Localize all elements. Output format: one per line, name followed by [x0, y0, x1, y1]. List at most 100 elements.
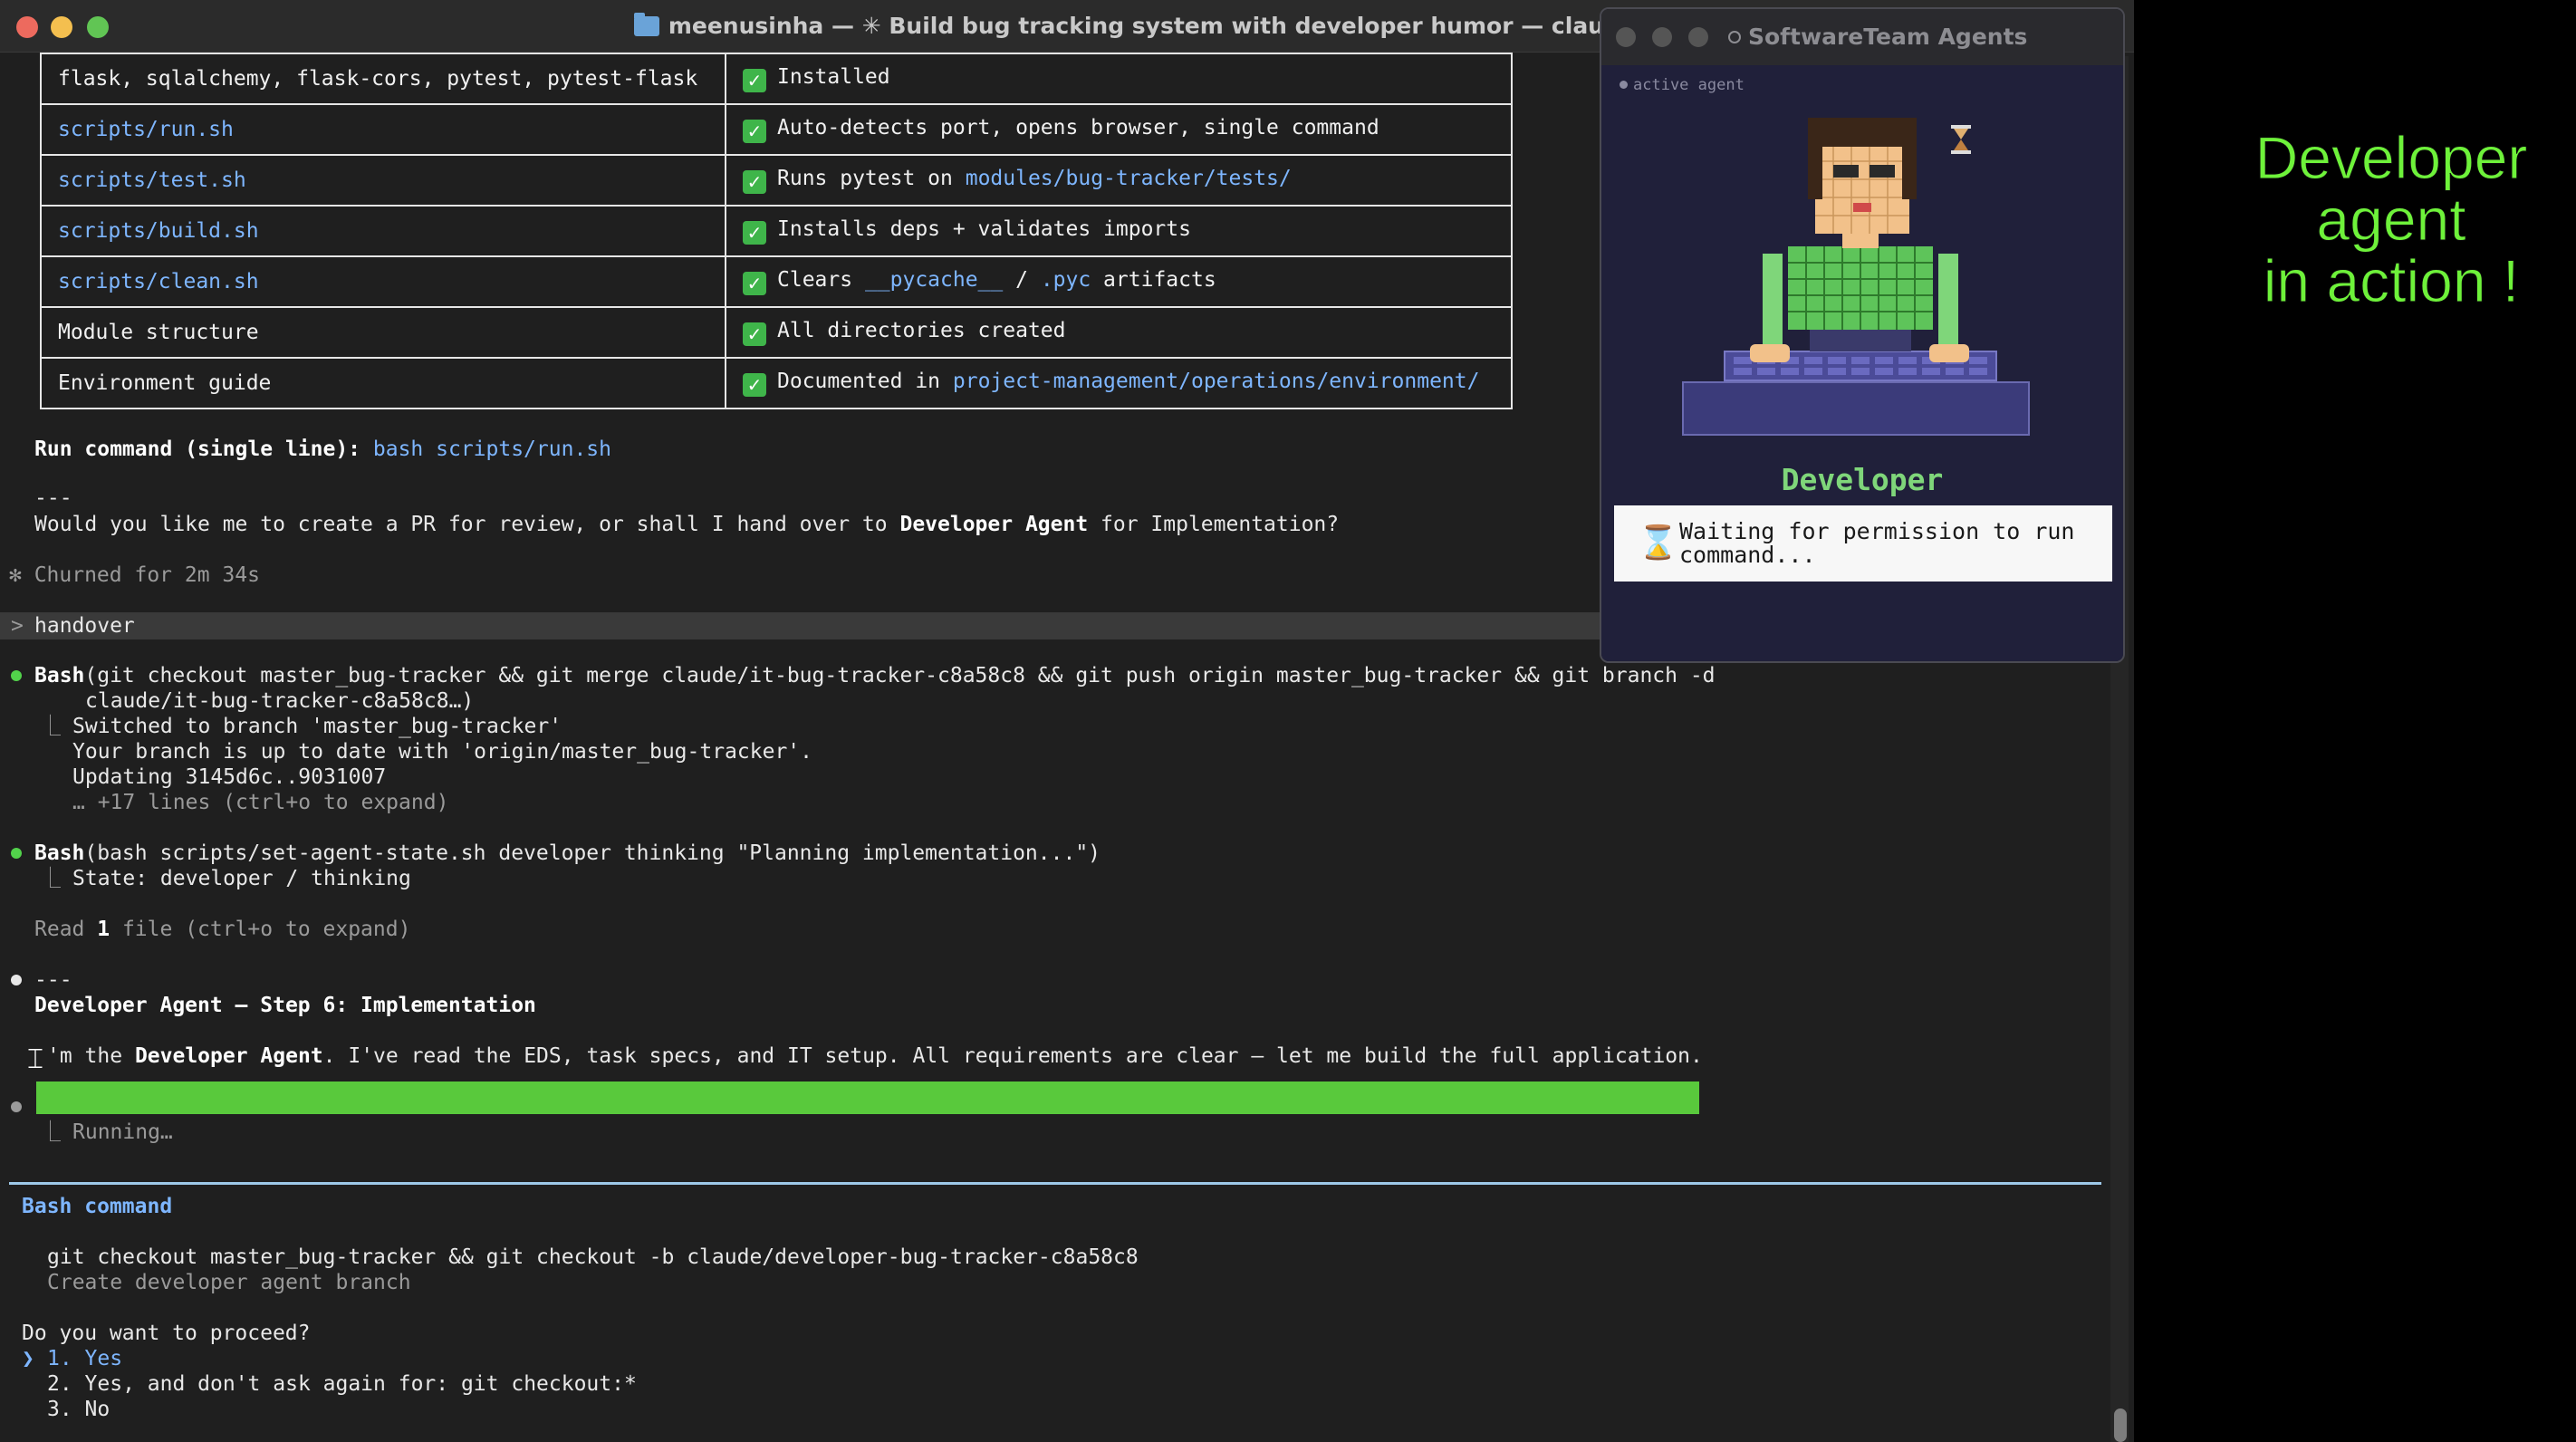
status-path: __pycache__ — [864, 268, 1004, 292]
caption-line: in action ! — [2263, 247, 2520, 314]
bash-call-2: Bash(bash scripts/set-agent-state.sh dev… — [34, 841, 1101, 866]
mouth — [1853, 203, 1871, 212]
table-row: scripts/build.sh ✓ Installs deps + validat… — [40, 205, 1513, 257]
intro-text: 'm the — [47, 1044, 135, 1068]
agents-window[interactable]: SoftwareTeam Agents active agent Develop… — [1600, 7, 2125, 663]
status-text: Runs pytest on — [777, 167, 966, 190]
neck — [1842, 232, 1879, 248]
selected-option-marker: ❯ — [22, 1347, 34, 1370]
read-count: 1 — [97, 918, 111, 941]
user-prompt-row — [0, 612, 1603, 639]
active-agent-text: active agent — [1633, 76, 1745, 94]
left-eye — [1833, 165, 1859, 178]
table-cell-item: Module structure — [40, 306, 726, 359]
option-yes[interactable]: 1. Yes — [47, 1346, 122, 1371]
table-row: Module structure ✓ All directories created — [40, 306, 1513, 359]
intro-text-end: . I've read the EDS, task specs, and IT … — [322, 1044, 1703, 1068]
table-row: Environment guide ✓ Documented in project-… — [40, 357, 1513, 409]
status-text: Installed — [777, 65, 890, 89]
horizontal-rule: --- — [34, 968, 72, 992]
folder-icon — [633, 13, 659, 36]
item-text: scripts/build.sh — [58, 219, 259, 243]
head — [1815, 136, 1909, 234]
bash-output-line: Switched to branch 'master_bug-tracker' — [72, 715, 562, 738]
developer-avatar — [1682, 118, 2030, 436]
item-text: scripts/clean.sh — [58, 270, 259, 293]
tool-status-dot — [11, 848, 22, 859]
right-hand — [1929, 344, 1969, 362]
hourglass-icon: ⌛ — [1638, 524, 1678, 562]
prompt-arrow: > — [11, 614, 24, 638]
bash-call-1-cont: claude/it-bug-tracker-c8a58c8…) — [85, 689, 475, 713]
active-dot — [1620, 81, 1628, 89]
bash-call-1: Bash(git checkout master_bug-tracker && … — [34, 663, 1716, 688]
hair — [1808, 118, 1915, 147]
message-dot — [11, 975, 22, 985]
output-corner: ⎿ — [40, 867, 61, 890]
redacted-highlight-bar — [36, 1082, 1699, 1114]
status-text: Documented in — [777, 370, 953, 393]
minimize-button[interactable] — [1652, 27, 1672, 47]
desk — [1682, 381, 2030, 436]
permission-separator — [9, 1182, 2101, 1185]
pending-dot — [11, 1101, 22, 1112]
table-row: flask, sqlalchemy, flask-cors, pytest, p… — [40, 53, 1513, 105]
bash-output-line: State: developer / thinking — [72, 867, 411, 890]
item-text: Environment guide — [58, 371, 272, 395]
table-cell-status: ✓ Installs deps + validates imports — [725, 205, 1513, 257]
item-text: Module structure — [58, 321, 259, 344]
table-cell-status: ✓ Clears __pycache__ / .pyc artifacts — [725, 255, 1513, 308]
zoom-button[interactable] — [1688, 27, 1708, 47]
read-file-line[interactable]: Read 1 file (ctrl+o to expand) — [34, 917, 410, 942]
check-icon: ✓ — [743, 373, 766, 397]
bash-output-line: Your branch is up to date with 'origin/m… — [72, 740, 812, 764]
left-arm — [1763, 254, 1783, 353]
table-cell-item: scripts/run.sh — [40, 103, 726, 156]
table-cell-item: scripts/build.sh — [40, 205, 726, 257]
status-text-end: / .pyc artifacts — [1003, 268, 1216, 292]
check-icon: ✓ — [743, 170, 766, 194]
status-text: Installs deps + validates imports — [777, 217, 1191, 241]
table-cell-status: ✓ Runs pytest on modules/bug-tracker/test… — [725, 154, 1513, 207]
option-yes-dont-ask[interactable]: 2. Yes, and don't ask again for: git che… — [47, 1371, 637, 1397]
question-text-end: for Implementation? — [1088, 513, 1340, 536]
text-cursor-icon: ⌶ — [27, 1043, 43, 1075]
user-prompt-text: handover — [34, 614, 135, 638]
proceed-question: Do you want to proceed? — [22, 1322, 311, 1345]
item-text: scripts/run.sh — [58, 118, 234, 141]
churned-status: ✻ Churned for 2m 34s — [9, 563, 260, 587]
close-button[interactable] — [1616, 27, 1636, 47]
bash-command-header: Bash command — [22, 1195, 173, 1218]
table-cell-item: scripts/test.sh — [40, 154, 726, 207]
agents-title-text: SoftwareTeam Agents — [1748, 24, 2028, 50]
tool-command: (git checkout master_bug-tracker && git … — [84, 664, 1716, 687]
table-row: scripts/run.sh ✓ Auto-detects port, opens … — [40, 103, 1513, 156]
caption-line: Developer — [2254, 124, 2528, 191]
table-cell-item: Environment guide — [40, 357, 726, 409]
agents-window-title: SoftwareTeam Agents — [1728, 9, 2027, 65]
app-icon — [1728, 31, 1741, 43]
table-cell-item: flask, sqlalchemy, flask-cors, pytest, p… — [40, 53, 726, 105]
scrollbar-thumb[interactable] — [2114, 1408, 2127, 1442]
table-cell-status: ✓ All directories created — [725, 306, 1513, 359]
status-text: All directories created — [777, 319, 1066, 342]
status-text: Auto-detects port, opens browser, single… — [777, 116, 1379, 139]
agent-name: Developer — [1781, 462, 1944, 497]
check-icon: ✓ — [743, 221, 766, 245]
tool-name: Bash — [34, 841, 85, 865]
right-arm — [1938, 254, 1958, 353]
question-text: Would you like me to create a PR for rev… — [34, 513, 900, 536]
check-icon: ✓ — [743, 69, 766, 92]
check-icon: ✓ — [743, 272, 766, 295]
option-no[interactable]: 3. No — [47, 1397, 110, 1422]
left-hand — [1750, 344, 1790, 362]
horizontal-rule: --- — [34, 486, 72, 510]
running-status: Running… — [72, 1120, 173, 1144]
table-cell-status: ✓ Installed — [725, 53, 1513, 105]
setup-summary-table: flask, sqlalchemy, flask-cors, pytest, p… — [40, 53, 1513, 409]
table-cell-status: ✓ Documented in project-management/operat… — [725, 357, 1513, 409]
agents-titlebar[interactable]: SoftwareTeam Agents — [1601, 9, 2123, 65]
expand-hint[interactable]: … +17 lines (ctrl+o to expand) — [72, 790, 448, 815]
right-eye — [1870, 165, 1895, 178]
status-text: Clears — [777, 268, 865, 292]
